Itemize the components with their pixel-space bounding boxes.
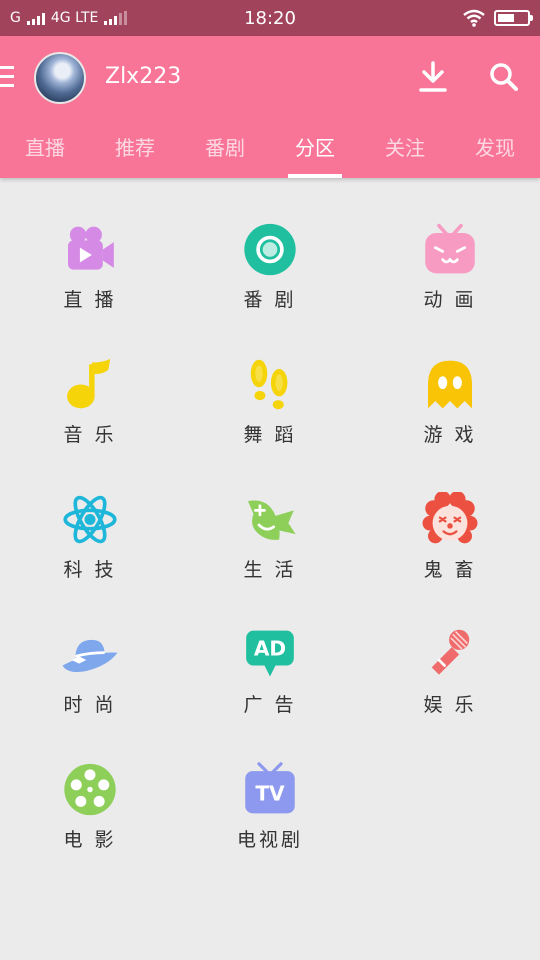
- category-live[interactable]: 直 播: [0, 222, 180, 312]
- menu-icon[interactable]: [0, 66, 14, 88]
- category-games[interactable]: 游 戏: [360, 357, 540, 447]
- category-dance[interactable]: 舞 蹈: [180, 357, 360, 447]
- music-note-icon: [67, 358, 111, 409]
- signal-icon-2: [104, 11, 128, 25]
- category-grid: 直 播 番 剧 动 画 音 乐 舞 蹈 游 戏 科 技 生 活 鬼 畜 时 尚 …: [0, 222, 540, 852]
- fish-icon: [248, 500, 296, 540]
- svg-text:TV: TV: [255, 782, 285, 806]
- carrier-label: G: [10, 10, 21, 26]
- avatar[interactable]: [34, 52, 86, 104]
- footprint-icon: [250, 359, 288, 410]
- network-label: 4G LTE: [50, 10, 99, 26]
- signal-icon: [26, 11, 45, 25]
- status-bar: G 4G LTE 18:20: [0, 0, 540, 36]
- tab-following[interactable]: 关注: [360, 128, 450, 178]
- download-icon[interactable]: [417, 60, 449, 94]
- category-label: 时 尚: [63, 694, 117, 716]
- wifi-icon: [463, 9, 485, 27]
- film-reel-icon: [64, 763, 116, 816]
- category-label: 舞 蹈: [243, 424, 297, 446]
- category-label: 电 影: [63, 829, 117, 851]
- category-label: 音 乐: [63, 424, 117, 446]
- category-label: 动 画: [423, 289, 477, 311]
- battery-icon: [494, 10, 533, 26]
- category-label: 游 戏: [423, 424, 477, 446]
- category-tv-drama[interactable]: TV 电视剧: [180, 762, 360, 852]
- target-icon: [244, 223, 296, 276]
- hat-icon: [62, 639, 118, 673]
- tv-face-icon: [425, 223, 475, 274]
- category-anime-series[interactable]: 番 剧: [180, 222, 360, 312]
- tab-anime-series[interactable]: 番剧: [180, 128, 270, 178]
- category-animation[interactable]: 动 画: [360, 222, 540, 312]
- category-music[interactable]: 音 乐: [0, 357, 180, 447]
- category-technology[interactable]: 科 技: [0, 492, 180, 582]
- category-life[interactable]: 生 活: [180, 492, 360, 582]
- tab-bar: 直播 推荐 番剧 分区 关注 发现: [0, 128, 540, 178]
- category-entertainment[interactable]: 娱 乐: [360, 627, 540, 717]
- username[interactable]: Zlx223: [105, 64, 181, 89]
- category-label: 番 剧: [243, 289, 297, 311]
- tab-live[interactable]: 直播: [0, 128, 90, 178]
- category-label: 生 活: [243, 559, 297, 581]
- category-ads[interactable]: AD 广 告: [180, 627, 360, 717]
- category-label: 广 告: [243, 694, 297, 716]
- category-label: 直 播: [63, 289, 117, 311]
- category-movies[interactable]: 电 影: [0, 762, 180, 852]
- tab-categories[interactable]: 分区: [270, 128, 360, 178]
- search-icon[interactable]: [488, 60, 520, 94]
- category-label: 电视剧: [236, 829, 303, 851]
- category-kichiku[interactable]: 鬼 畜: [360, 492, 540, 582]
- tab-discover[interactable]: 发现: [450, 128, 540, 178]
- svg-text:AD: AD: [254, 636, 286, 660]
- microphone-icon: [431, 629, 470, 675]
- camera-icon: [68, 226, 114, 270]
- app-bar: Zlx223 直播 推荐 番剧 分区 关注 发现: [0, 36, 540, 178]
- tv-icon: TV: [245, 762, 295, 814]
- category-fashion[interactable]: 时 尚: [0, 627, 180, 717]
- clown-icon: [422, 492, 478, 544]
- category-label: 娱 乐: [423, 694, 477, 716]
- ad-icon: AD: [246, 630, 294, 677]
- category-label: 鬼 畜: [423, 559, 477, 581]
- atom-icon: [63, 495, 117, 544]
- ghost-icon: [428, 360, 472, 409]
- category-label: 科 技: [63, 559, 117, 581]
- tab-recommend[interactable]: 推荐: [90, 128, 180, 178]
